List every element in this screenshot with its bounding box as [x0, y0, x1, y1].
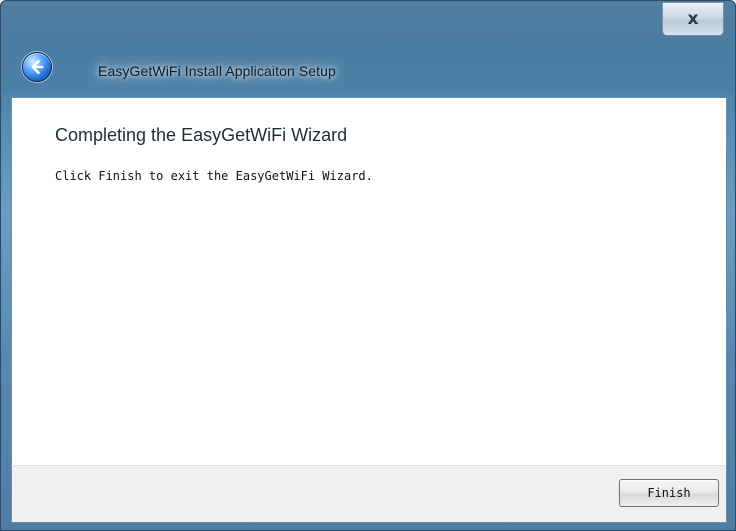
window-title: EasyGetWiFi Install Applicaiton Setup [98, 63, 336, 79]
close-icon: x [687, 8, 699, 29]
back-button[interactable] [22, 52, 52, 82]
back-arrow-icon [31, 59, 44, 75]
finish-button[interactable]: Finish [619, 479, 719, 507]
close-button[interactable]: x [662, 2, 724, 36]
wizard-footer: Finish [11, 465, 727, 523]
wizard-description: Click Finish to exit the EasyGetWiFi Wiz… [55, 169, 373, 183]
title-bar: x EasyGetWiFi Install Applicaiton Setup [1, 1, 735, 97]
setup-window: x EasyGetWiFi Install Applicaiton Setup … [0, 0, 736, 531]
wizard-content: Completing the EasyGetWiFi Wizard Click … [11, 97, 727, 465]
wizard-heading: Completing the EasyGetWiFi Wizard [55, 125, 348, 145]
